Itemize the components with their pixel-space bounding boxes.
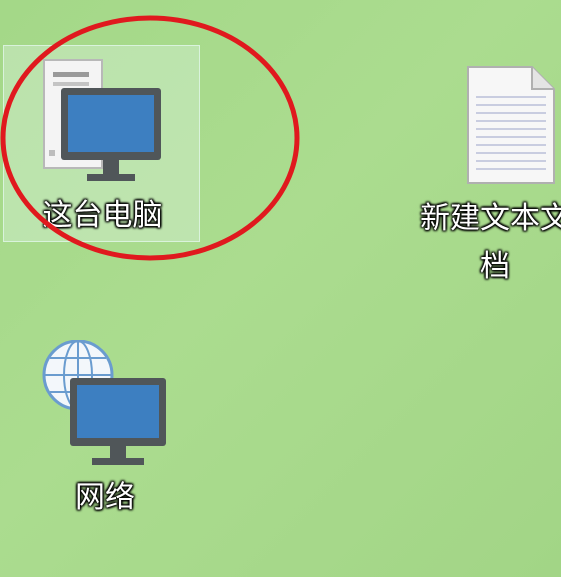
text-document-icon bbox=[467, 66, 555, 184]
desktop-icon-network[interactable]: 网络 bbox=[20, 335, 190, 535]
network-label: 网络 bbox=[75, 480, 135, 515]
desktop-icon-this-pc[interactable]: 这台电脑 bbox=[3, 45, 200, 242]
this-pc-label: 这台电脑 bbox=[42, 198, 163, 233]
network-icon bbox=[42, 340, 166, 465]
text-document-label: 新建文本文档 bbox=[420, 201, 561, 284]
this-pc-icon bbox=[43, 59, 161, 181]
desktop[interactable]: 这台电脑 新建文本文档 网络 bbox=[0, 0, 561, 577]
